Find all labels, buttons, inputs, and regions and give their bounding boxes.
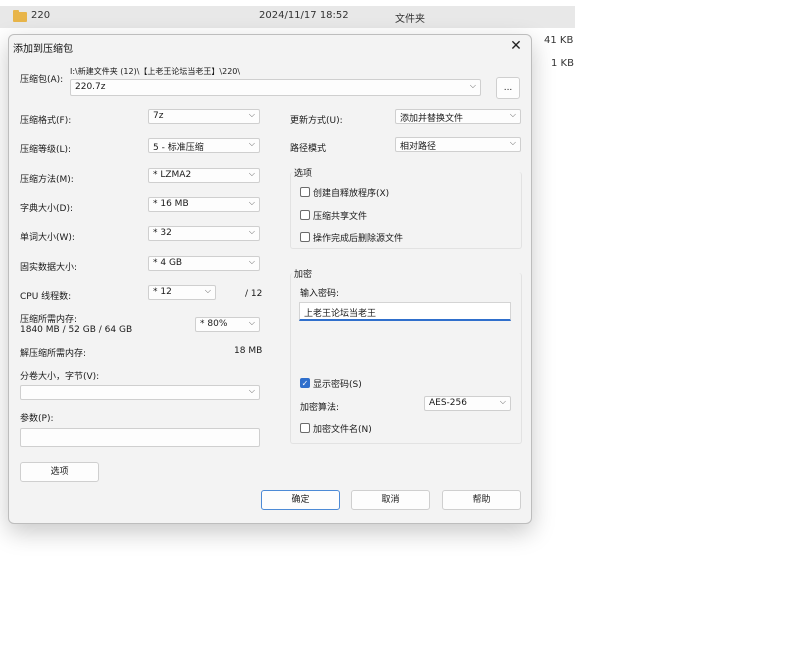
mem-decomp-value: 18 MB [234,346,263,356]
sfx-checkbox[interactable] [300,187,310,197]
show-password-checkbox[interactable]: ✓ [300,378,310,388]
archive-name-combo[interactable]: 220.7z ⌵ [70,79,481,96]
dict-dropdown[interactable]: * 16 MB ⌵ [148,197,260,212]
format-label: 压缩格式(F): [20,116,72,126]
path-mode-value: 相对路径 [400,142,437,152]
chevron-down-icon: ⌵ [248,110,255,119]
method-label: 压缩方法(M): [20,175,74,185]
sfx-label: 创建自释放程序(X) [313,189,390,199]
ok-button[interactable]: 确定 [261,490,340,510]
params-input[interactable] [20,428,260,447]
word-value: * 32 [153,228,172,238]
split-combo[interactable]: ⌵ [20,385,260,400]
password-label: 输入密码: [300,289,340,299]
update-value: 添加并替换文件 [400,114,464,124]
format-value: 7z [153,111,164,121]
chevron-down-icon: ⌵ [248,257,255,266]
path-mode-dropdown[interactable]: 相对路径 ⌵ [395,137,521,152]
mem-comp-value: * 80% [200,319,228,329]
split-label: 分卷大小，字节(V): [20,372,100,382]
add-to-archive-dialog: 添加到压缩包 ✕ 压缩包(A): I:\新建文件夹 (12)\【上老王论坛当老王… [8,34,532,524]
password-value: 上老王论坛当老王 [304,309,377,319]
dict-value: * 16 MB [153,199,189,209]
mem-comp-detail: 1840 MB / 52 GB / 64 GB [20,325,133,335]
format-dropdown[interactable]: 7z ⌵ [148,109,260,124]
chevron-down-icon: ⌵ [248,139,255,148]
file-name: 220 [31,10,51,21]
cpu-label: CPU 线程数: [20,292,72,302]
file-size-1: 41 KB [544,35,574,46]
browse-button[interactable]: ... [496,77,520,99]
password-input[interactable]: 上老王论坛当老王 [299,302,511,321]
word-dropdown[interactable]: * 32 ⌵ [148,226,260,241]
cpu-value: * 12 [153,287,172,297]
archive-path: I:\新建文件夹 (12)\【上老王论坛当老王】\220\ [70,67,241,76]
delete-after-checkbox[interactable] [300,232,310,242]
shared-files-label: 压缩共享文件 [313,212,368,222]
method-value: * LZMA2 [153,170,192,180]
file-size-2: 1 KB [551,58,574,69]
mem-comp-dropdown[interactable]: * 80% ⌵ [195,317,260,332]
chevron-down-icon: ⌵ [499,397,506,406]
enc-method-label: 加密算法: [300,403,340,413]
file-row-220[interactable]: 220 2024/11/17 18:52 文件夹 [0,6,575,28]
archive-name-value: 220.7z [75,82,106,92]
folder-icon [13,10,27,22]
file-date: 2024/11/17 18:52 [259,10,349,21]
chevron-down-icon: ⌵ [469,81,476,90]
encrypt-names-label: 加密文件名(N) [313,425,372,435]
method-dropdown[interactable]: * LZMA2 ⌵ [148,168,260,183]
delete-after-label: 操作完成后删除源文件 [313,234,404,244]
solid-value: * 4 GB [153,258,183,268]
cancel-button[interactable]: 取消 [351,490,430,510]
enc-method-dropdown[interactable]: AES-256 ⌵ [424,396,511,411]
chevron-down-icon: ⌵ [248,198,255,207]
file-type: 文件夹 [395,14,425,25]
level-value: 5 - 标准压缩 [153,143,204,153]
chevron-down-icon: ⌵ [248,227,255,236]
dict-label: 字典大小(D): [20,204,73,214]
chevron-down-icon: ⌵ [248,386,255,395]
cpu-dropdown[interactable]: * 12 ⌵ [148,285,216,300]
enc-method-value: AES-256 [429,398,467,408]
params-label: 参数(P): [20,414,54,424]
solid-label: 固实数据大小: [20,263,78,273]
chevron-down-icon: ⌵ [248,169,255,178]
archive-label: 压缩包(A): [20,75,64,85]
level-label: 压缩等级(L): [20,145,72,155]
chevron-down-icon: ⌵ [204,286,211,295]
close-icon[interactable]: ✕ [507,37,525,55]
mem-decomp-label: 解压缩所需内存: [20,349,87,359]
update-label: 更新方式(U): [290,116,343,126]
options-button[interactable]: 选项 [20,462,99,482]
update-dropdown[interactable]: 添加并替换文件 ⌵ [395,109,521,124]
cpu-max: / 12 [245,289,263,299]
chevron-down-icon: ⌵ [248,318,255,327]
encrypt-names-checkbox[interactable] [300,423,310,433]
level-dropdown[interactable]: 5 - 标准压缩 ⌵ [148,138,260,153]
chevron-down-icon: ⌵ [509,138,516,147]
word-label: 单词大小(W): [20,233,75,243]
help-button[interactable]: 帮助 [442,490,521,510]
mem-comp-label: 压缩所需内存: [20,315,78,325]
dialog-title: 添加到压缩包 [13,44,73,55]
shared-files-checkbox[interactable] [300,210,310,220]
solid-dropdown[interactable]: * 4 GB ⌵ [148,256,260,271]
chevron-down-icon: ⌵ [509,110,516,119]
show-password-label: 显示密码(S) [313,380,362,390]
path-mode-label: 路径模式 [290,144,327,154]
